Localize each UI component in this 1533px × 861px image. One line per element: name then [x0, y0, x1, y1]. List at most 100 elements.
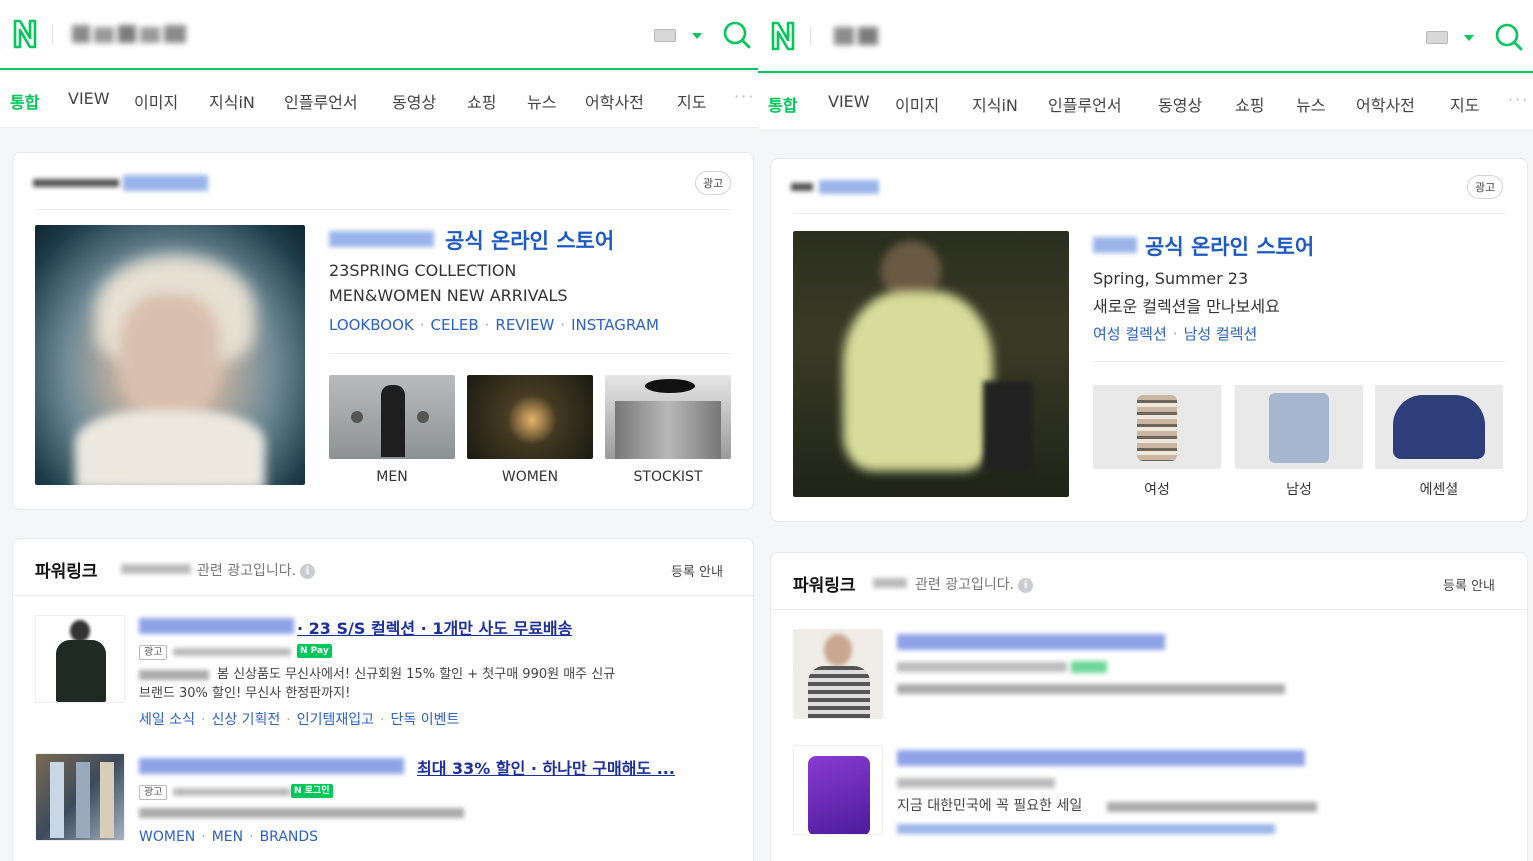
tab-shopping[interactable]: 쇼핑 — [467, 89, 496, 113]
tab-dictionary[interactable]: 어학사전 — [585, 89, 644, 113]
brand-url-blurred[interactable] — [33, 173, 213, 193]
search-query-blurred[interactable] — [72, 22, 190, 46]
info-icon[interactable]: i — [300, 563, 316, 579]
sitelink-restock[interactable]: 인기템재입고 — [297, 712, 374, 728]
chevron-down-icon[interactable] — [1464, 35, 1474, 41]
brand-url-blurred[interactable] — [791, 177, 891, 197]
logo-divider — [810, 26, 811, 46]
ad1-url-blurred[interactable] — [897, 659, 1113, 675]
sitelink-men[interactable]: MEN — [212, 829, 243, 845]
brand-name-blurred[interactable] — [329, 227, 439, 251]
ad1-desc-line2: 브랜드 30% 할인! 무신사 한정판까지! — [139, 686, 351, 701]
tab-dictionary[interactable]: 어학사전 — [1356, 92, 1415, 116]
tab-news[interactable]: 뉴스 — [527, 89, 556, 113]
ad1-url-blurred[interactable] — [173, 645, 293, 659]
naver-logo-icon[interactable] — [12, 18, 38, 50]
ad2-brand-blurred[interactable] — [139, 755, 409, 777]
thumb-women-image[interactable] — [467, 375, 593, 459]
ad2-thumbnail[interactable] — [35, 753, 125, 841]
ad2-desc-line1: 지금 대한민국에 꼭 필요한 세일 — [897, 798, 1083, 814]
ad1-title-blurred[interactable] — [897, 631, 1169, 653]
tab-video[interactable]: 동영상 — [1158, 92, 1202, 116]
thumb-essential-image[interactable] — [1375, 385, 1503, 469]
link-celeb[interactable]: CELEB — [431, 316, 479, 334]
thumb-men-image[interactable] — [1235, 385, 1363, 469]
search-query-blurred[interactable] — [834, 24, 882, 48]
divider — [329, 353, 731, 354]
tab-integrated[interactable]: 통합 — [768, 92, 797, 116]
keyboard-icon[interactable] — [1426, 31, 1448, 44]
ad2-thumbnail[interactable] — [793, 745, 883, 835]
thumb-essential-caption[interactable]: 에센셜 — [1375, 479, 1503, 499]
image-outfit — [843, 291, 993, 471]
ad2-title-blurred[interactable] — [897, 747, 1309, 769]
register-guide-link[interactable]: 등록 안내 — [1443, 575, 1495, 594]
thumb-women-caption[interactable]: 여성 — [1093, 479, 1221, 499]
ad1-thumbnail[interactable] — [793, 629, 883, 719]
search-icon[interactable] — [722, 20, 752, 50]
more-tabs-icon[interactable]: ··· — [1508, 90, 1529, 109]
link-review[interactable]: REVIEW — [495, 316, 554, 334]
ad1-desc-blurred — [139, 670, 209, 680]
link-women-collection[interactable]: 여성 컬렉션 — [1093, 325, 1167, 343]
store-title[interactable]: 공식 온라인 스토어 — [445, 225, 614, 255]
tab-shopping[interactable]: 쇼핑 — [1235, 92, 1264, 116]
chevron-down-icon[interactable] — [692, 33, 702, 39]
separator-dot: · — [201, 829, 206, 845]
sitelink-brands[interactable]: BRANDS — [260, 829, 318, 845]
tab-integrated[interactable]: 통합 — [10, 89, 39, 113]
search-icon[interactable] — [1494, 22, 1524, 52]
powerlink-card: 파워링크 관련 광고입니다. i 등록 안내 · 23 S/S 컬렉션 · 1개만… — [12, 538, 754, 861]
tab-knowledge-in[interactable]: 지식iN — [209, 89, 255, 113]
divider — [13, 595, 753, 596]
tab-video[interactable]: 동영상 — [392, 89, 436, 113]
link-instagram[interactable]: INSTAGRAM — [571, 316, 659, 334]
separator-dot: · — [380, 712, 385, 728]
sitelink-sale-news[interactable]: 세일 소식 — [139, 712, 195, 728]
link-men-collection[interactable]: 남성 컬렉션 — [1184, 325, 1258, 343]
ad-chip[interactable]: 광고 — [1467, 175, 1504, 199]
tab-view[interactable]: VIEW — [68, 89, 110, 108]
keyboard-icon[interactable] — [654, 29, 676, 42]
link-lookbook[interactable]: LOOKBOOK — [329, 316, 414, 334]
sitelink-women[interactable]: WOMEN — [139, 829, 195, 845]
ad2-title[interactable]: 최대 33% 할인 · 하나만 구매해도 ... — [417, 755, 675, 779]
tab-view[interactable]: VIEW — [828, 92, 870, 111]
thumb-stockist-caption[interactable]: STOCKIST — [605, 469, 731, 485]
more-tabs-icon[interactable]: ··· — [734, 87, 755, 106]
brand-main-image[interactable] — [793, 231, 1069, 497]
ad1-brand-blurred[interactable] — [139, 615, 297, 637]
info-icon[interactable]: i — [1018, 577, 1034, 593]
thumb-women-image[interactable] — [1093, 385, 1221, 469]
thumb-women-caption[interactable]: WOMEN — [467, 469, 593, 485]
thumb-stockist-image[interactable] — [605, 375, 731, 459]
store-title[interactable]: 공식 온라인 스토어 — [1145, 231, 1314, 261]
naver-logo-icon[interactable] — [770, 20, 796, 52]
ad2-url-blurred[interactable] — [897, 775, 1059, 791]
thumb-men-image[interactable] — [329, 375, 455, 459]
brand-main-image[interactable] — [35, 225, 305, 485]
tab-influencer[interactable]: 인플루언서 — [284, 89, 358, 113]
sitelink-exclusive-event[interactable]: 단독 이벤트 — [390, 712, 459, 728]
tab-news[interactable]: 뉴스 — [1296, 92, 1325, 116]
tab-images[interactable]: 이미지 — [895, 92, 939, 116]
tab-map[interactable]: 지도 — [677, 89, 706, 113]
left-search-pane: 통합 VIEW 이미지 지식iN 인플루언서 동영상 쇼핑 뉴스 어학사전 지도… — [0, 0, 758, 861]
ad2-sitelinks-blurred[interactable] — [897, 821, 1279, 837]
ad-chip[interactable]: 광고 — [695, 171, 732, 195]
sitelink-new-arrivals[interactable]: 신상 기획전 — [211, 712, 280, 728]
ad1-title[interactable]: · 23 S/S 컬렉션 · 1개만 사도 무료배송 — [297, 615, 572, 639]
tab-knowledge-in[interactable]: 지식iN — [972, 92, 1018, 116]
ad2-url-blurred[interactable] — [173, 785, 293, 799]
image-figure — [100, 762, 114, 838]
brand-name-blurred[interactable] — [1093, 233, 1143, 257]
divider — [771, 609, 1527, 610]
thumb-men-caption[interactable]: 남성 — [1235, 479, 1363, 499]
ad1-thumbnail[interactable] — [35, 615, 125, 703]
image-phone — [808, 756, 870, 834]
tab-map[interactable]: 지도 — [1450, 92, 1479, 116]
thumb-men-caption[interactable]: MEN — [329, 469, 455, 485]
register-guide-link[interactable]: 등록 안내 — [671, 561, 723, 580]
tab-influencer[interactable]: 인플루언서 — [1048, 92, 1122, 116]
tab-images[interactable]: 이미지 — [134, 89, 178, 113]
